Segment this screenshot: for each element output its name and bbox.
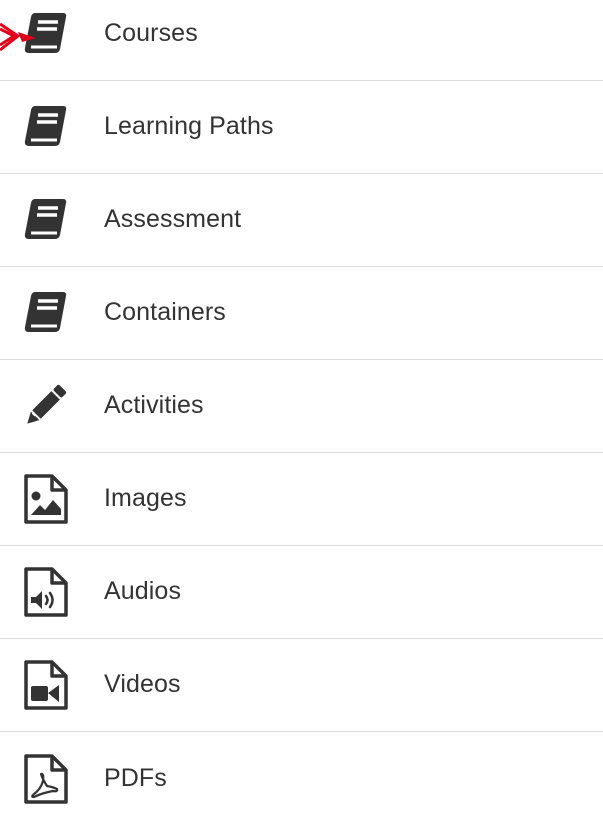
video-file-icon: [20, 660, 70, 710]
menu-item-label: Assessment: [104, 204, 242, 233]
menu-item-videos[interactable]: Videos: [0, 639, 603, 732]
audio-file-icon: [20, 567, 70, 617]
pdf-file-icon: [20, 753, 70, 804]
menu-item-containers[interactable]: Containers: [0, 267, 603, 360]
image-file-icon: [20, 474, 70, 524]
menu-item-label: Containers: [104, 297, 226, 326]
book-icon: [20, 288, 70, 338]
book-icon: [20, 195, 70, 245]
menu-item-label: Learning Paths: [104, 111, 274, 140]
menu-item-audios[interactable]: Audios: [0, 546, 603, 639]
menu-item-images[interactable]: Images: [0, 453, 603, 546]
book-icon: [20, 9, 70, 59]
menu-item-label: PDFs: [104, 763, 167, 792]
menu-item-label: Courses: [104, 18, 198, 47]
menu-item-label: Videos: [104, 669, 181, 698]
menu-item-label: Audios: [104, 576, 182, 605]
menu-item-courses[interactable]: Courses: [0, 0, 603, 81]
book-icon: [20, 102, 70, 152]
menu-item-assessment[interactable]: Assessment: [0, 174, 603, 267]
menu-item-pdfs[interactable]: PDFs: [0, 732, 603, 825]
menu-item-label: Activities: [104, 390, 204, 419]
menu-item-label: Images: [104, 483, 187, 512]
menu-item-activities[interactable]: Activities: [0, 360, 603, 453]
content-type-menu: Courses Learning Paths Assessment Contai…: [0, 0, 603, 825]
menu-item-learning-paths[interactable]: Learning Paths: [0, 81, 603, 174]
pencil-icon: [20, 381, 70, 431]
